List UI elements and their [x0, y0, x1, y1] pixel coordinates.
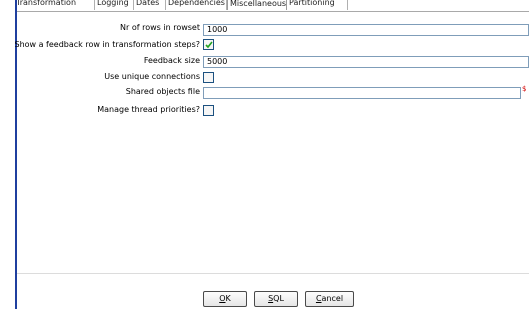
rows-in-rowset-input[interactable]: 1000: [203, 24, 529, 36]
tab-dates[interactable]: Dates: [134, 0, 166, 10]
tab-miscellaneous[interactable]: Miscellaneous: [227, 0, 287, 10]
sql-button[interactable]: SQL: [254, 291, 298, 307]
cancel-label-rest: ancel: [321, 294, 344, 303]
checkmark-icon: [205, 41, 213, 49]
ok-label-rest: K: [225, 294, 231, 303]
thread-priorities-checkbox[interactable]: [203, 105, 214, 116]
tab-logging[interactable]: Logging: [95, 0, 134, 10]
unique-connections-label: Use unique connections: [104, 72, 200, 81]
feedback-size-label: Feedback size: [143, 56, 200, 65]
variable-icon[interactable]: $: [522, 85, 526, 93]
thread-priorities-label: Manage thread priorities?: [97, 105, 200, 114]
tab-transformation[interactable]: Transformation: [17, 0, 95, 10]
feedback-size-input[interactable]: 5000: [203, 56, 529, 68]
rows-in-rowset-label: Nr of rows in rowset: [120, 23, 200, 32]
feedback-row-checkbox[interactable]: [203, 39, 214, 50]
sql-label-rest: QL: [273, 294, 284, 303]
tab-partitioning[interactable]: Partitioning: [287, 0, 348, 10]
tab-strip: Transformation Logging Dates Dependencie…: [17, 0, 529, 11]
tab-dependencies[interactable]: Dependencies: [166, 0, 227, 10]
ok-button[interactable]: OK: [203, 291, 247, 307]
shared-objects-input[interactable]: [203, 87, 521, 99]
unique-connections-checkbox[interactable]: [203, 72, 214, 83]
feedback-row-label: Show a feedback row in transformation st…: [14, 40, 200, 49]
cancel-button[interactable]: Cancel: [305, 291, 354, 307]
shared-objects-label: Shared objects file: [125, 87, 200, 96]
miscellaneous-panel: [17, 11, 529, 274]
